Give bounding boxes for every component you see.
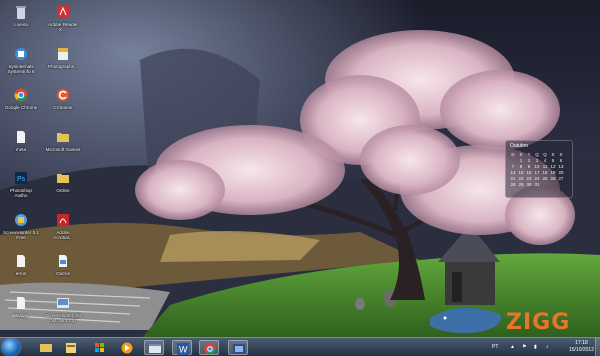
taskbar-button-word[interactable]: W (172, 340, 192, 355)
language-indicator[interactable]: PT (492, 344, 498, 350)
system-tray: PT ▲ ⚑ ▮ ♪ 17:18 15/10/2012 (488, 338, 600, 356)
desktop-icon-meta-file[interactable]: meta (0, 129, 42, 152)
explorer-icon (40, 344, 52, 352)
calendar-grid: D S T Q Q S S 1 2 3 4 5 6 7 8 9 10 11 12 13 14 15 16 17 18 19 20 21… (509, 151, 565, 187)
desktop-icon-label: meta (15, 146, 27, 152)
meta-file-icon (17, 130, 25, 143)
microsoft-games-icon (57, 132, 69, 142)
watermark-text: ZIGG (506, 310, 571, 335)
clock[interactable]: 17:18 15/10/2012 (569, 340, 594, 354)
calendar-day (541, 181, 549, 187)
desktop-icon-label: Online (56, 188, 70, 193)
network-icon[interactable]: ▮ (534, 344, 537, 350)
desktop-icon-label: ScreenHunter 5.1 Free (2, 229, 39, 240)
desktop-icon-label: Google Chrome (4, 105, 38, 110)
taskbar-button-windows7[interactable] (90, 340, 110, 355)
taskbar: W PT ▲ ⚑ ▮ ♪ 17:18 15/10/2012 (0, 337, 600, 356)
desktop-icon-ccleaner[interactable]: CCleaner (42, 87, 84, 110)
online-folder-icon (57, 174, 69, 183)
calendar-week-row: 28 29 30 31 (509, 181, 565, 187)
show-desktop-button[interactable] (595, 338, 600, 356)
screenshot-icon (233, 344, 245, 354)
library-icon (66, 343, 76, 353)
desktop-icon-adobe-reader[interactable]: Adobe Reader X.... (42, 4, 84, 32)
taskbar-button-explorer[interactable] (36, 340, 56, 355)
desktop-icon-label: Photoshop Atalho (10, 188, 32, 199)
photoshop-icon: Ps (15, 172, 27, 184)
desktop-icon-label: Photographs... (48, 63, 78, 69)
taskbar-button-media-player[interactable] (117, 340, 137, 355)
chrome-icon (204, 343, 216, 355)
desktop-icon-erros-file[interactable]: erros (0, 253, 42, 276)
clock-date: 15/10/2012 (568, 347, 594, 353)
desktop[interactable]: Lixeira Adobe Reader X.... Sysinternals Sy… (0, 0, 600, 356)
clock-time: 17:18 (575, 340, 588, 346)
calendar-gadget[interactable]: Outubro D S T Q Q S S 1 2 3 4 5 6 7 8 9 10 11 12 13 14 15 16 17… (505, 140, 573, 198)
taskbar-button-window[interactable] (144, 340, 164, 355)
desktop-icon-microsoft-games[interactable]: Microsoft Games (42, 129, 84, 152)
google-chrome-icon (14, 88, 28, 102)
ccleaner-icon (57, 89, 69, 101)
windows7-icon (95, 343, 104, 352)
zigg-watermark: ZIGG (428, 306, 594, 336)
sysinternals-icon (15, 47, 27, 60)
desktop-icon-outros-file[interactable]: Outros (42, 253, 84, 276)
desktop-icon-label: erros (15, 271, 27, 276)
calendar-day[interactable]: 29 (517, 181, 525, 187)
screenhunter-file-icon (57, 297, 69, 308)
desktop-icon-screenhunter-file[interactable]: ScreenHunter_04 Oct. 15 17.17 (42, 295, 84, 323)
desktop-icon-label: CCleaner (53, 105, 73, 110)
outros-file-icon (59, 255, 67, 267)
calendar-month: Outubro (510, 143, 529, 149)
taskbar-button-chrome[interactable] (199, 340, 219, 355)
tray-arrow-icon[interactable]: ▲ (510, 344, 515, 350)
desktop-icon-screenhunter[interactable]: ScreenHunter 5.1 Free (0, 212, 42, 240)
volume-icon[interactable]: ♪ (546, 344, 549, 350)
taskbar-button-screenshot[interactable] (228, 340, 248, 355)
calendar-day (557, 181, 565, 187)
desktop-icon-label: Pastas (13, 312, 29, 318)
erros-file-icon (17, 255, 25, 267)
flag-icon[interactable]: ⚑ (522, 344, 526, 350)
desktop-icon-online-folder[interactable]: Online (42, 170, 84, 193)
desktop-icon-photoshop[interactable]: Ps Photoshop Atalho (0, 170, 42, 198)
recycle-bin-icon (16, 6, 26, 19)
desktop-icon-sysinternals[interactable]: Sysinternals SystemInfo 5 (0, 46, 42, 74)
desktop-icon-adobe-acrobat[interactable]: Adobe Acrobat... (42, 212, 84, 240)
photographers-icon (58, 47, 68, 60)
calendar-day[interactable]: 28 (509, 181, 517, 187)
adobe-acrobat-icon (57, 213, 69, 226)
desktop-icon-pastas-folder[interactable]: Pastas (0, 295, 42, 318)
calendar-day[interactable]: 31 (533, 181, 541, 187)
calendar-day (549, 181, 557, 187)
svg-text:Ps: Ps (17, 176, 26, 183)
media-player-icon (121, 342, 133, 354)
desktop-icon-label: Adobe Reader X.... (48, 22, 78, 33)
desktop-icon-label: Microsoft Games (45, 146, 81, 152)
desktop-icon-recycle-bin[interactable]: Lixeira (0, 4, 42, 27)
desktop-icon-label: Outros (56, 271, 70, 276)
taskbar-button-library[interactable] (61, 340, 81, 355)
desktop-icon-label: ScreenHunter_04 Oct. 15 17.17 (44, 312, 81, 323)
pastas-folder-icon (17, 296, 25, 309)
calendar-day[interactable]: 30 (525, 181, 533, 187)
window-icon (149, 344, 161, 353)
desktop-icon-photographers[interactable]: Photographs... (42, 46, 84, 69)
start-button[interactable] (2, 339, 20, 356)
desktop-icon-label: Sysinternals SystemInfo 5 (7, 63, 35, 74)
screenhunter-icon (15, 213, 27, 226)
word-icon: W (177, 343, 189, 355)
adobe-reader-icon (57, 6, 69, 18)
desktop-icon-label: Adobe Acrobat... (53, 229, 73, 240)
desktop-icon-label: Lixeira (14, 22, 28, 27)
desktop-icon-google-chrome[interactable]: Google Chrome (0, 87, 42, 110)
svg-text:W: W (179, 345, 188, 355)
